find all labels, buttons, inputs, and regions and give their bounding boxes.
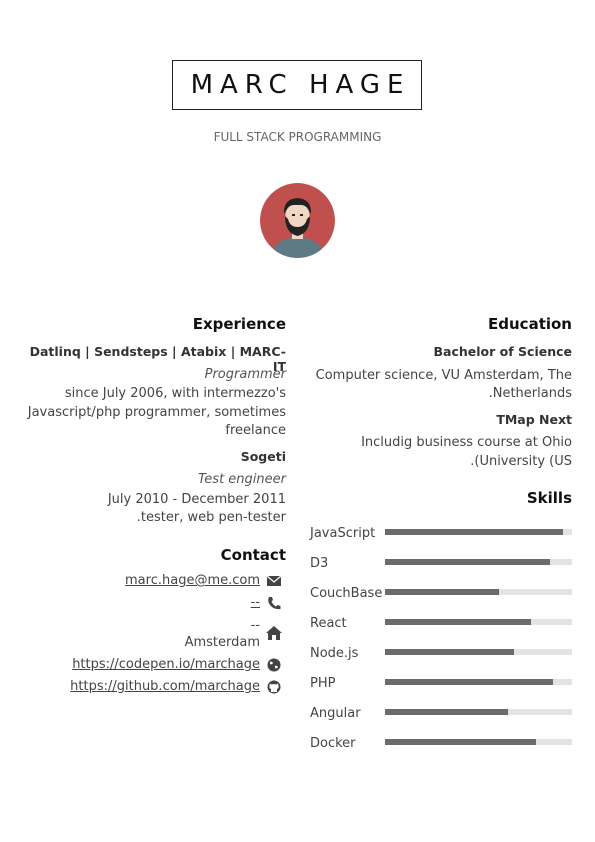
skill-bar-track — [385, 619, 572, 625]
skill-label: React — [310, 616, 347, 631]
name-box: MARC HAGE — [172, 60, 422, 110]
home-icon — [266, 626, 282, 640]
experience-heading: Experience — [192, 315, 286, 333]
envelope-icon — [266, 575, 282, 586]
person-name: MARC HAGE — [190, 70, 411, 100]
job-description-line: since July 2006, with intermezzo's — [64, 386, 286, 401]
education-line: Computer science, VU Amsterdam, The — [315, 368, 572, 383]
skill-label: Node.js — [310, 646, 359, 661]
skill-bar-track — [385, 559, 572, 565]
education-heading: Education — [488, 315, 572, 333]
phone-icon — [268, 597, 281, 610]
degree-title: Bachelor of Science — [433, 344, 572, 359]
job-description-line: .tester, web pen-tester — [136, 510, 286, 525]
skill-label: Docker — [310, 736, 356, 751]
skill-bar-track — [385, 739, 572, 745]
skill-bar-fill — [385, 559, 550, 565]
globe-icon — [267, 658, 281, 672]
job-subtitle: FULL STACK PROGRAMMING — [213, 130, 382, 144]
github-icon — [267, 680, 281, 694]
contact-codepen: https://codepen.io/marchage — [20, 657, 260, 672]
job-description-line: July 2010 - December 2011 — [107, 492, 286, 507]
avatar — [260, 183, 335, 258]
job-description-line: Javascript/php programmer, sometimes — [27, 405, 286, 420]
skill-bar-fill — [385, 679, 554, 685]
contact-phone: -- — [20, 595, 260, 610]
skill-label: JavaScript — [310, 526, 376, 541]
contact-github: https://github.com/marchage — [20, 679, 260, 694]
skill-bar-track — [385, 649, 572, 655]
address-line: -- — [250, 618, 260, 633]
education-line: .Netherlands — [488, 386, 572, 401]
avatar-illustration — [260, 183, 335, 258]
degree-title: TMap Next — [496, 412, 572, 427]
skill-bar-fill — [385, 529, 563, 535]
skill-bar-track — [385, 529, 572, 535]
contact-heading: Contact — [220, 546, 286, 564]
skill-label: D3 — [310, 556, 329, 571]
contact-email: marc.hage@me.com — [20, 573, 260, 588]
skill-bar-fill — [385, 589, 500, 595]
education-line: Includig business course at Ohio — [361, 435, 572, 450]
skill-bar-track — [385, 679, 572, 685]
phone-link[interactable]: -- — [251, 595, 260, 610]
skill-bar-fill — [385, 619, 531, 625]
skill-bar-fill — [385, 739, 537, 745]
skill-label: CouchBase — [310, 586, 383, 601]
job-company: Sogeti — [240, 449, 286, 464]
contact-address: -- Amsterdam — [20, 617, 260, 651]
skill-label: PHP — [310, 676, 336, 691]
job-role: Test engineer — [197, 472, 286, 487]
skill-bar-track — [385, 589, 572, 595]
github-link[interactable]: https://github.com/marchage — [70, 679, 260, 694]
email-link[interactable]: marc.hage@me.com — [125, 573, 260, 588]
skills-heading: Skills — [526, 489, 572, 507]
codepen-link[interactable]: https://codepen.io/marchage — [72, 657, 260, 672]
skill-bar-fill — [385, 709, 509, 715]
job-role: Programmer — [204, 367, 286, 382]
skill-label: Angular — [310, 706, 361, 721]
skill-bar-fill — [385, 649, 515, 655]
address-line: Amsterdam — [184, 635, 260, 650]
education-line: .(University (US — [470, 454, 572, 469]
skill-bar-track — [385, 709, 572, 715]
job-description-line: freelance — [225, 423, 286, 438]
